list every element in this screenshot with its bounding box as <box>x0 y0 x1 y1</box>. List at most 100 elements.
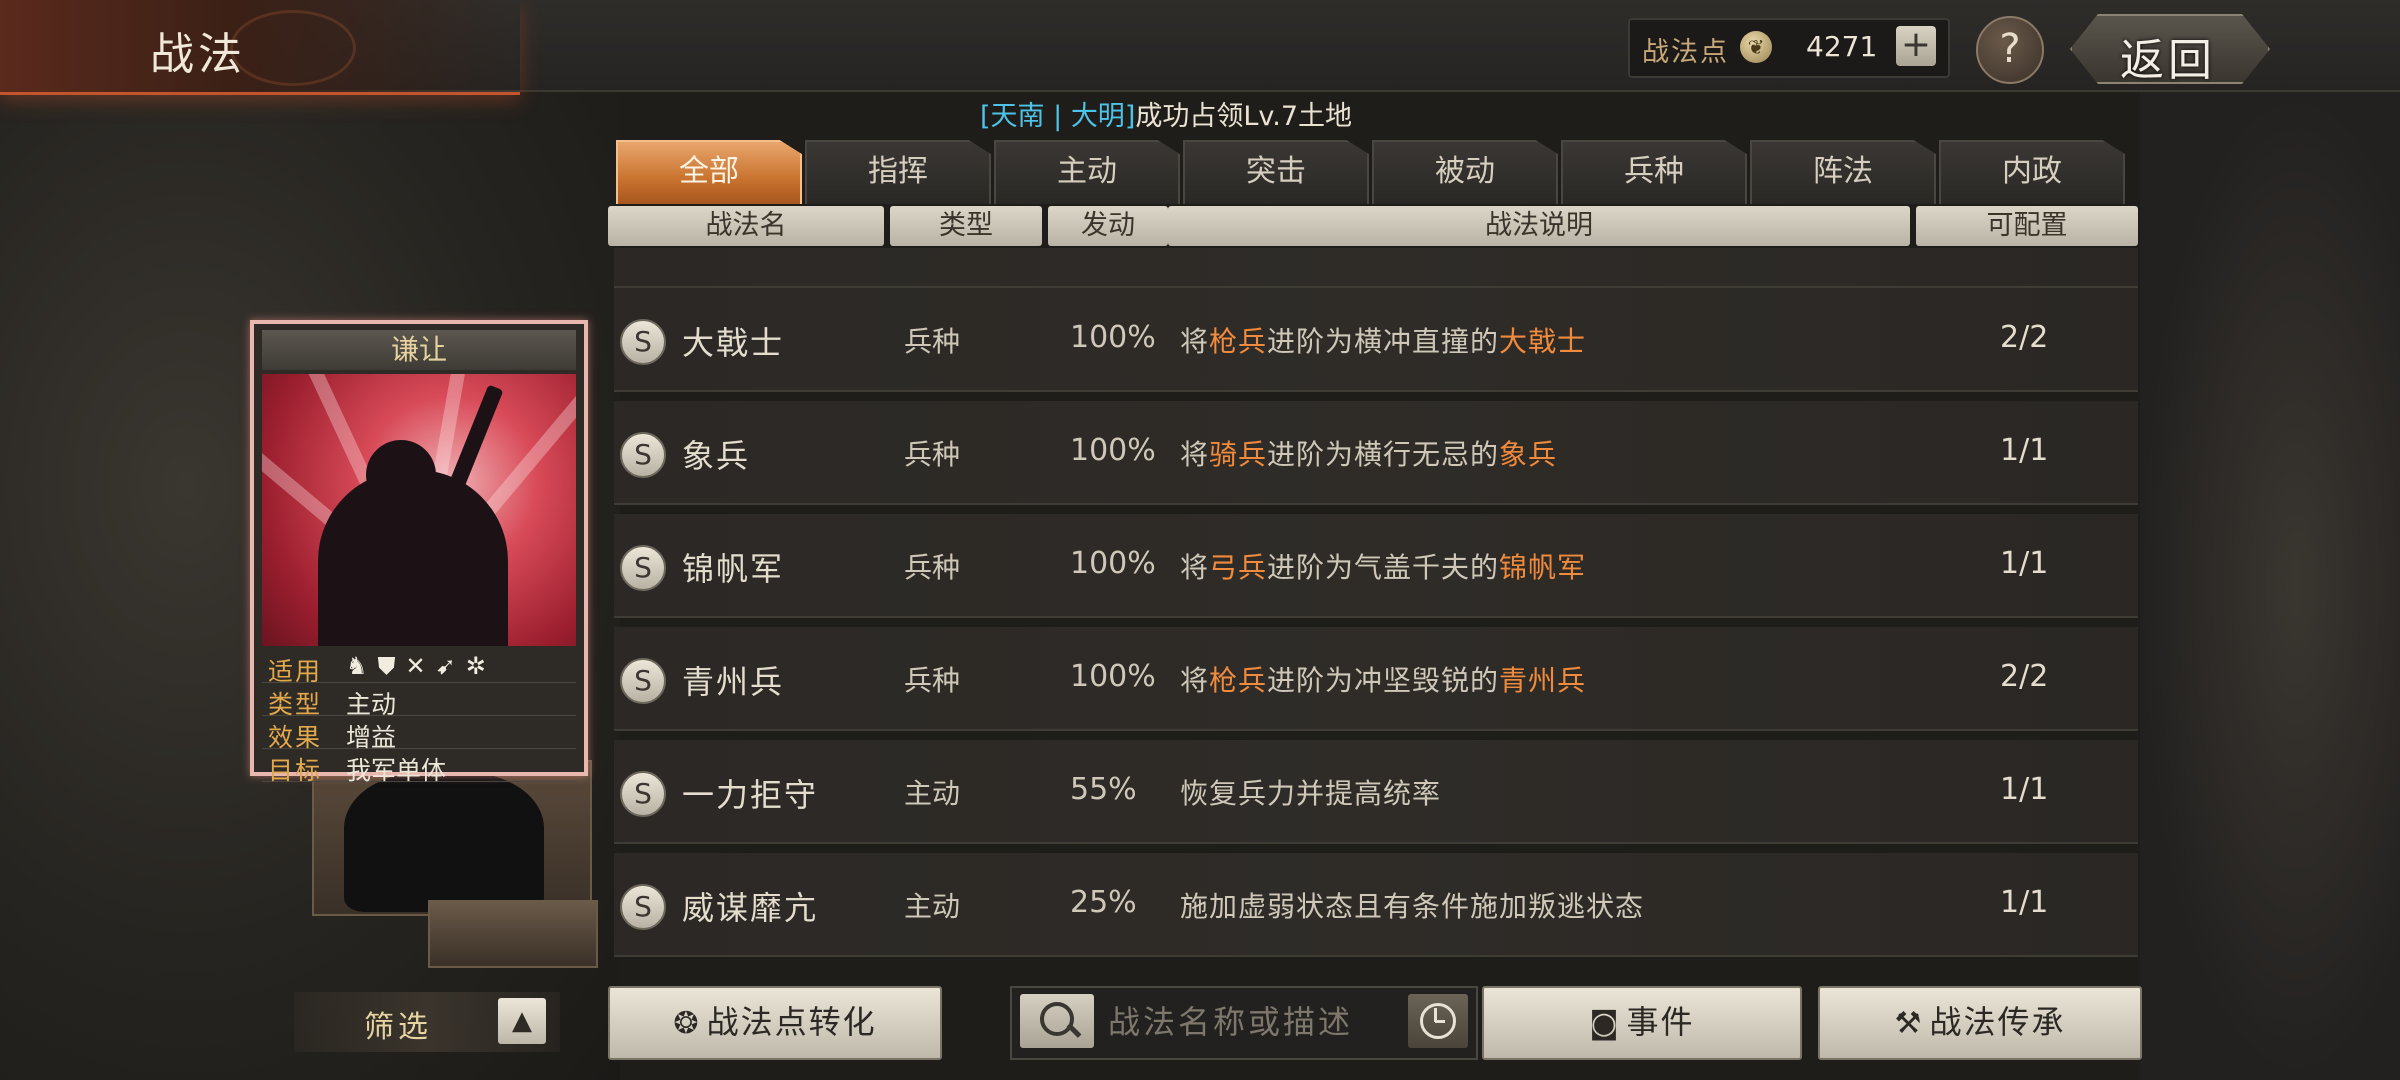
selected-tactic-card[interactable]: 谦让 适用 ♞⛊✕➹✲ 类型 主动 效果 增益 目标 我军单体 <box>250 320 588 785</box>
tactic-type: 兵种 <box>904 664 961 697</box>
card-tactic-name: 谦让 <box>262 330 576 370</box>
history-button[interactable] <box>1408 994 1468 1048</box>
hammer-icon: ⚒ <box>1894 1006 1924 1041</box>
tactic-available-count: 1/1 <box>2000 885 2049 920</box>
filter-toggle-button[interactable]: ▲ <box>498 998 546 1044</box>
table-row[interactable]: S 大戟士 兵种 100% 将枪兵进阶为横冲直撞的大戟士 2/2 <box>614 288 2138 392</box>
search-bar <box>1010 986 1478 1060</box>
tactic-available-count: 2/2 <box>2000 320 2049 355</box>
swirl-ornament <box>230 10 356 86</box>
table-row[interactable]: S 象兵 兵种 100% 将骑兵进阶为横行无忌的象兵 1/1 <box>614 401 2138 505</box>
add-points-button[interactable]: + <box>1896 26 1936 66</box>
highlight-term: 象兵 <box>1499 438 1558 471</box>
highlight-term: 枪兵 <box>1209 325 1268 358</box>
tab-assault[interactable]: 突击 <box>1183 140 1369 204</box>
search-input[interactable] <box>1106 998 1410 1046</box>
grade-badge: S <box>620 771 666 817</box>
tab-all[interactable]: 全部 <box>616 140 802 204</box>
tactic-points-value: 4271 <box>1806 30 1878 63</box>
convert-points-button[interactable]: ❂ 战法点转化 <box>608 986 942 1060</box>
notice-place[interactable]: 天南 <box>991 101 1045 132</box>
highlight-term: 大戟士 <box>1499 325 1587 358</box>
grade-badge: S <box>620 545 666 591</box>
tactic-description: 将骑兵进阶为横行无忌的象兵 <box>1180 433 1557 473</box>
tactic-description: 施加虚弱状态且有条件施加叛逃状态 <box>1180 885 1644 925</box>
column-header-name[interactable]: 战法名 <box>608 206 884 246</box>
description-text: 将 <box>1180 438 1210 471</box>
notice-bracket-close: ] <box>1124 101 1136 132</box>
table-row[interactable]: S 一力拒守 主动 55% 恢复兵力并提高统率 1/1 <box>614 740 2138 844</box>
convert-points-label: 战法点转化 <box>706 1003 877 1041</box>
tactic-description: 恢复兵力并提高统率 <box>1180 772 1441 812</box>
tactic-rate: 100% <box>1070 659 1156 694</box>
description-text: 将 <box>1180 551 1210 584</box>
event-label: 事件 <box>1626 1003 1695 1041</box>
tactic-rate: 55% <box>1070 772 1137 807</box>
tactic-name: 大戟士 <box>682 324 785 362</box>
tactic-points-box: 战法点 ❦ 4271 + <box>1628 18 1950 78</box>
column-header-type[interactable]: 类型 <box>890 206 1042 246</box>
help-button[interactable]: ? <box>1976 16 2044 84</box>
column-header-description: 战法说明 <box>1168 206 1910 246</box>
tab-troop-type[interactable]: 兵种 <box>1561 140 1747 204</box>
description-text: 进阶为冲坚毁锐的 <box>1267 664 1500 697</box>
tab-formation[interactable]: 阵法 <box>1750 140 1936 204</box>
highlight-term: 枪兵 <box>1209 664 1268 697</box>
grade-badge: S <box>620 432 666 478</box>
table-row[interactable]: S 威谋靡亢 主动 25% 施加虚弱状态且有条件施加叛逃状态 1/1 <box>614 853 2138 957</box>
description-text: 进阶为横冲直撞的 <box>1267 325 1500 358</box>
tactic-rate: 100% <box>1070 433 1156 468</box>
table-row[interactable]: S 锦帆军 兵种 100% 将弓兵进阶为气盖千夫的锦帆军 1/1 <box>614 514 2138 618</box>
troop-type-icons: ♞⛊✕➹✲ <box>346 652 496 680</box>
tactic-available-count: 1/1 <box>2000 546 2049 581</box>
description-text: 进阶为横行无忌的 <box>1267 438 1500 471</box>
card-target-value: 我军单体 <box>346 756 447 785</box>
card-artwork <box>262 374 576 646</box>
description-text: 进阶为气盖千夫的 <box>1267 551 1500 584</box>
event-button[interactable]: ◙ 事件 <box>1482 986 1802 1060</box>
tactic-rate: 100% <box>1070 320 1156 355</box>
back-button[interactable]: 返回 <box>2070 14 2270 84</box>
grade-badge: S <box>620 319 666 365</box>
tactic-name: 青州兵 <box>682 663 785 701</box>
tactic-list[interactable]: S 大戟士 兵种 100% 将枪兵进阶为横冲直撞的大戟士 2/2 S 象兵 兵种 100% 将骑兵进… <box>614 248 2138 960</box>
tactic-name: 锦帆军 <box>682 550 785 588</box>
notice-separator: | <box>1044 101 1071 132</box>
filter-box: 筛选 ▲ <box>294 992 560 1052</box>
notice-nation[interactable]: 大明 <box>1071 101 1125 132</box>
background-right <box>2140 90 2400 1080</box>
filter-label[interactable]: 筛选 <box>364 1002 432 1046</box>
search-button[interactable] <box>1020 994 1094 1048</box>
back-button-label: 返回 <box>2120 35 2216 86</box>
tab-internal-affairs[interactable]: 内政 <box>1939 140 2125 204</box>
table-row[interactable]: S 青州兵 兵种 100% 将枪兵进阶为冲坚毁锐的青州兵 2/2 <box>614 627 2138 731</box>
tactic-rate: 25% <box>1070 885 1137 920</box>
table-row-partial[interactable] <box>614 248 2138 288</box>
inherit-tactic-button[interactable]: ⚒ 战法传承 <box>1818 986 2142 1060</box>
event-icon: ◙ <box>1589 1006 1621 1041</box>
tactic-point-coin-icon: ❦ <box>1740 31 1772 63</box>
card-info: 适用 ♞⛊✕➹✲ 类型 主动 效果 增益 目标 我军单体 <box>262 650 576 785</box>
tab-active[interactable]: 主动 <box>994 140 1180 204</box>
tactic-name: 象兵 <box>682 437 751 475</box>
notice-bracket-open: [ <box>980 101 991 132</box>
title-plate <box>0 0 520 95</box>
description-text: 施加虚弱状态且有条件施加叛逃状态 <box>1180 890 1645 923</box>
grade-badge: S <box>620 884 666 930</box>
tab-passive[interactable]: 被动 <box>1372 140 1558 204</box>
highlight-term: 弓兵 <box>1209 551 1268 584</box>
tactic-name: 威谋靡亢 <box>682 889 819 927</box>
card-target-label: 目标 <box>268 756 323 785</box>
tactic-type: 主动 <box>904 777 961 810</box>
page-title: 战法 <box>150 29 246 80</box>
column-header-available[interactable]: 可配置 <box>1916 206 2138 246</box>
tab-command[interactable]: 指挥 <box>805 140 991 204</box>
highlight-term: 骑兵 <box>1209 438 1268 471</box>
description-text: 将 <box>1180 325 1210 358</box>
notice-message: 成功占领Lv.7土地 <box>1135 101 1353 132</box>
category-tabs: 全部 指挥 主动 突击 被动 兵种 阵法 内政 <box>616 140 2125 204</box>
convert-icon: ❂ <box>673 1006 701 1041</box>
tactic-name: 一力拒守 <box>682 776 819 814</box>
description-text: 恢复兵力并提高统率 <box>1180 777 1442 810</box>
column-header-rate[interactable]: 发动 <box>1048 206 1168 246</box>
